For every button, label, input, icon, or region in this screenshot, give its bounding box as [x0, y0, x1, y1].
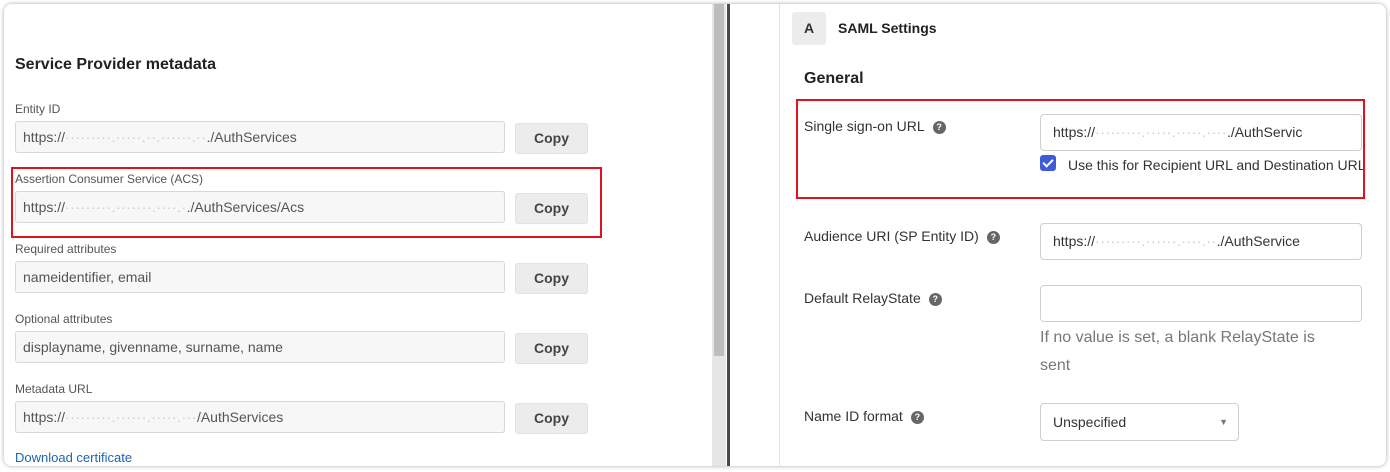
optional-attributes-value: displayname, givenname, surname, name [23, 339, 283, 355]
entity-id-field[interactable]: https://·········.·····.··.······.··./Au… [15, 121, 505, 153]
entity-id-prefix: https:// [23, 129, 66, 145]
metadata-url-suffix: /AuthServices [196, 409, 284, 425]
sso-url-input[interactable]: https://·········.·····.·····.····./Auth… [1040, 114, 1362, 151]
audience-uri-prefix: https:// [1053, 233, 1096, 249]
sso-url-prefix: https:// [1053, 124, 1096, 140]
screenshot-frame: Service Provider metadata Entity ID http… [4, 4, 1386, 466]
audience-uri-label: Audience URI (SP Entity ID)? [804, 228, 1000, 244]
audience-uri-suffix: ./AuthService [1216, 233, 1300, 249]
optional-attributes-label: Optional attributes [15, 312, 113, 326]
metadata-url-label: Metadata URL [15, 382, 93, 396]
name-id-format-label: Name ID format? [804, 408, 924, 424]
left-border-line [779, 4, 780, 466]
relay-state-input[interactable] [1040, 285, 1362, 322]
sso-url-label: Single sign-on URL? [804, 118, 946, 134]
optional-attributes-field[interactable]: displayname, givenname, surname, name [15, 331, 505, 363]
step-badge: A [792, 12, 826, 45]
relay-state-label-text: Default RelayState [804, 290, 921, 306]
help-icon[interactable]: ? [928, 293, 942, 306]
copy-optional-attributes-button[interactable]: Copy [515, 333, 588, 364]
metadata-url-field[interactable]: https://·········.······.·····.···/AuthS… [15, 401, 505, 433]
required-attributes-value: nameidentifier, email [23, 269, 152, 285]
audience-uri-label-text: Audience URI (SP Entity ID) [804, 228, 979, 244]
chevron-down-icon: ▼ [1219, 417, 1228, 427]
sso-url-label-text: Single sign-on URL [804, 118, 925, 134]
saml-settings-panel: A SAML Settings General Single sign-on U… [730, 4, 1386, 466]
acs-prefix: https:// [23, 199, 66, 215]
name-id-format-select[interactable]: Unspecified ▼ [1040, 403, 1239, 441]
metadata-url-prefix: https:// [23, 409, 66, 425]
name-id-format-value: Unspecified [1053, 414, 1127, 430]
audience-uri-input[interactable]: https://·········.······.····.··./AuthSe… [1040, 223, 1362, 260]
acs-label: Assertion Consumer Service (ACS) [15, 172, 204, 186]
copy-acs-button[interactable]: Copy [515, 193, 588, 224]
panel-title: Service Provider metadata [15, 56, 216, 73]
acs-field[interactable]: https://·········.·······.····.·./AuthSe… [15, 191, 505, 223]
audience-uri-redacted: ·········.······.····.·· [1095, 233, 1217, 249]
sso-url-suffix: ./AuthServic [1226, 124, 1303, 140]
copy-required-attributes-button[interactable]: Copy [515, 263, 588, 294]
section-title-general: General [804, 70, 864, 87]
metadata-url-redacted: ·········.······.·····.··· [65, 409, 197, 425]
download-certificate-link[interactable]: Download certificate [15, 450, 132, 465]
recipient-url-checkbox[interactable] [1040, 155, 1056, 171]
copy-entity-id-button[interactable]: Copy [515, 123, 588, 154]
scrollbar-thumb[interactable] [714, 4, 724, 356]
required-attributes-field[interactable]: nameidentifier, email [15, 261, 505, 293]
help-icon[interactable]: ? [986, 231, 1000, 244]
copy-metadata-url-button[interactable]: Copy [515, 403, 588, 434]
acs-suffix: ./AuthServices/Acs [186, 199, 305, 215]
entity-id-suffix: ./AuthServices [206, 129, 297, 145]
entity-id-label: Entity ID [15, 102, 61, 116]
entity-id-redacted: ·········.·····.··.······.·· [65, 129, 207, 145]
help-icon[interactable]: ? [932, 121, 946, 134]
name-id-format-label-text: Name ID format [804, 408, 903, 424]
sso-url-redacted: ·········.·····.·····.···· [1095, 124, 1227, 140]
step-title: SAML Settings [838, 20, 937, 36]
required-attributes-label: Required attributes [15, 242, 117, 256]
relay-state-hint: If no value is set, a blank RelayState i… [1040, 329, 1315, 374]
help-icon[interactable]: ? [910, 411, 924, 424]
service-provider-panel: Service Provider metadata Entity ID http… [4, 4, 712, 466]
relay-state-label: Default RelayState? [804, 290, 942, 306]
recipient-url-checkbox-label[interactable]: Use this for Recipient URL and Destinati… [1068, 153, 1368, 177]
acs-redacted: ·········.·······.····.· [65, 199, 187, 215]
